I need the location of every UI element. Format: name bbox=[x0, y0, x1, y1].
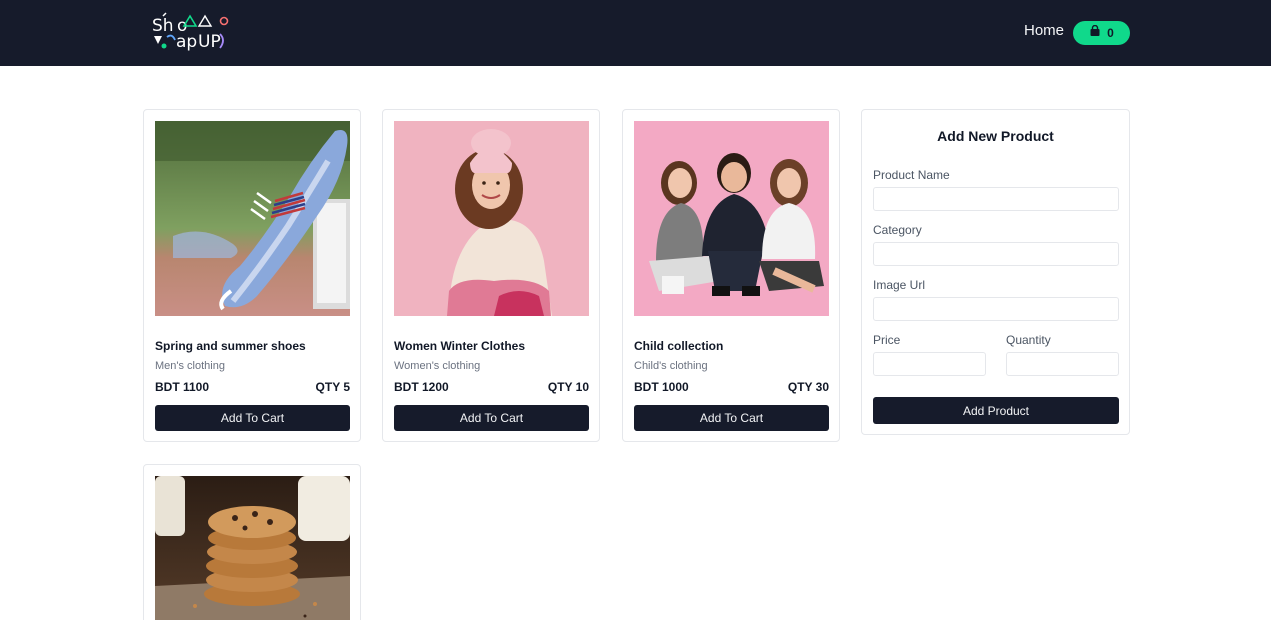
product-quantity: QTY 10 bbox=[547, 380, 589, 394]
product-category: Child's clothing bbox=[634, 360, 708, 372]
product-category: Men's clothing bbox=[155, 360, 225, 372]
product-name-input[interactable] bbox=[873, 187, 1119, 211]
product-name: Spring and summer shoes bbox=[155, 339, 306, 353]
nav-home-link[interactable]: Home bbox=[1024, 22, 1064, 39]
price-input[interactable] bbox=[873, 352, 986, 376]
product-image-women-winter bbox=[394, 121, 589, 316]
add-product-form: Add New Product Product Name Category Im… bbox=[861, 109, 1130, 435]
product-name: Women Winter Clothes bbox=[394, 339, 526, 353]
product-card: Child collection Child's clothing BDT 10… bbox=[622, 109, 840, 442]
shopup-logo[interactable]: Sh o ap UP bbox=[150, 12, 232, 54]
product-card bbox=[143, 464, 361, 620]
add-to-cart-button[interactable]: Add To Cart bbox=[155, 405, 350, 431]
quantity-label: Quantity bbox=[1006, 333, 1051, 347]
category-input[interactable] bbox=[873, 242, 1119, 266]
product-image-child-collection bbox=[634, 121, 829, 316]
svg-text:Sh: Sh bbox=[152, 16, 174, 36]
product-name: Child collection bbox=[634, 339, 724, 353]
add-to-cart-button[interactable]: Add To Cart bbox=[634, 405, 829, 431]
category-label: Category bbox=[873, 223, 922, 237]
add-product-button[interactable]: Add Product bbox=[873, 397, 1119, 424]
price-label: Price bbox=[873, 333, 901, 347]
image-url-input[interactable] bbox=[873, 297, 1119, 321]
shopping-bag-icon bbox=[1089, 24, 1101, 42]
svg-text:ap: ap bbox=[176, 32, 197, 52]
image-url-label: Image Url bbox=[873, 278, 926, 292]
svg-text:UP: UP bbox=[198, 32, 221, 52]
product-image-cookies bbox=[155, 476, 350, 620]
product-quantity: QTY 5 bbox=[315, 380, 350, 394]
cart-button[interactable]: 0 bbox=[1073, 21, 1130, 45]
product-price: BDT 1200 bbox=[394, 380, 449, 394]
product-name-label: Product Name bbox=[873, 168, 950, 182]
quantity-input[interactable] bbox=[1006, 352, 1119, 376]
cart-count: 0 bbox=[1107, 26, 1114, 40]
product-price: BDT 1000 bbox=[634, 380, 689, 394]
product-quantity: QTY 30 bbox=[787, 380, 829, 394]
product-card: Women Winter Clothes Women's clothing BD… bbox=[382, 109, 600, 442]
product-image-shoes bbox=[155, 121, 350, 316]
product-category: Women's clothing bbox=[394, 360, 481, 372]
navbar: Sh o ap UP Home 0 bbox=[0, 0, 1271, 66]
add-to-cart-button[interactable]: Add To Cart bbox=[394, 405, 589, 431]
form-title: Add New Product bbox=[937, 128, 1054, 144]
product-card: Spring and summer shoes Men's clothing B… bbox=[143, 109, 361, 442]
product-price: BDT 1100 bbox=[155, 380, 210, 394]
